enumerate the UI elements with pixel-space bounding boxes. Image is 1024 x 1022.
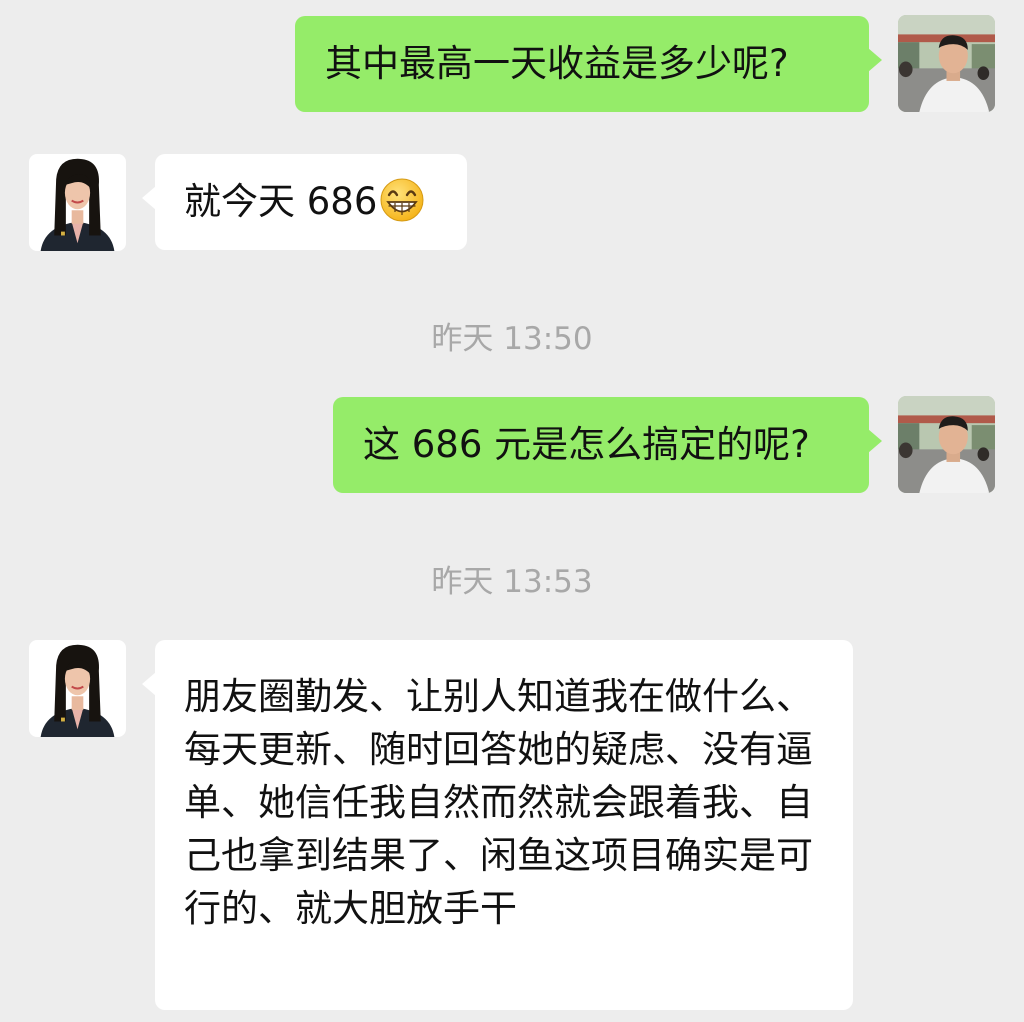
message-bubble-incoming[interactable]: 就今天 686 bbox=[142, 154, 467, 250]
man-avatar-icon bbox=[898, 396, 995, 493]
their-avatar[interactable] bbox=[29, 640, 126, 737]
woman-avatar-icon bbox=[29, 640, 126, 737]
message-text: 朋友圈勤发、让别人知道我在做什么、每天更新、随时回答她的疑虑、没有逼单、她信任我… bbox=[184, 675, 813, 930]
message-text: 其中最高一天收益是多少呢? bbox=[325, 42, 789, 85]
message-bubble-outgoing[interactable]: 其中最高一天收益是多少呢? bbox=[295, 16, 882, 112]
grinning-face-emoji-icon bbox=[379, 177, 425, 223]
timestamp: 昨天 13:53 bbox=[431, 564, 593, 600]
my-avatar[interactable] bbox=[898, 396, 995, 493]
man-avatar-icon bbox=[898, 15, 995, 112]
message-text: 这 686 元是怎么搞定的呢? bbox=[363, 423, 810, 466]
woman-avatar-icon bbox=[29, 154, 126, 251]
my-avatar[interactable] bbox=[898, 15, 995, 112]
timestamp: 昨天 13:50 bbox=[431, 321, 593, 357]
message-text: 就今天 686 bbox=[184, 180, 378, 223]
message-bubble-incoming[interactable]: 朋友圈勤发、让别人知道我在做什么、每天更新、随时回答她的疑虑、没有逼单、她信任我… bbox=[142, 640, 853, 1010]
their-avatar[interactable] bbox=[29, 154, 126, 251]
message-bubble-outgoing[interactable]: 这 686 元是怎么搞定的呢? bbox=[333, 397, 882, 493]
